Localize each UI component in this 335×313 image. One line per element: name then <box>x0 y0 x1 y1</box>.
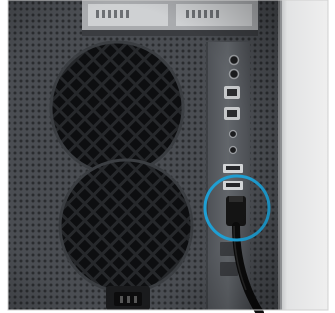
case-side-wall <box>280 0 328 310</box>
computer-rear-panel-photo <box>0 0 335 313</box>
